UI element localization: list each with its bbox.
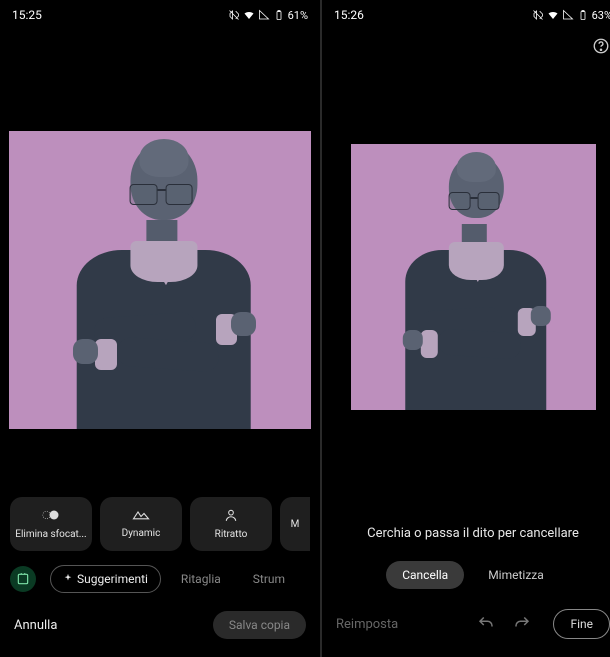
battery-percent: 63% <box>592 9 610 22</box>
battery-icon <box>577 9 589 21</box>
signal-icon <box>258 9 270 21</box>
sparkle-icon <box>63 572 73 586</box>
chip-label: Ritratto <box>215 529 248 540</box>
clock: 15:26 <box>334 8 364 22</box>
chip-label: Dynamic <box>122 528 161 539</box>
undo-icon[interactable] <box>477 614 495 634</box>
mode-selector: Cancella Mimetizza <box>322 541 610 597</box>
portrait-icon <box>224 508 238 525</box>
status-bar: 15:26 63% <box>322 0 610 30</box>
tab-suggestions[interactable]: Suggerimenti <box>50 565 161 593</box>
bottom-actions: Annulla Salva copia <box>0 601 320 657</box>
unblur-icon <box>42 508 60 525</box>
chip-portrait[interactable]: Ritratto <box>190 497 272 551</box>
header <box>322 30 610 66</box>
reset-button[interactable]: Reimposta <box>336 617 398 632</box>
magic-icon[interactable] <box>10 566 36 592</box>
chip-more[interactable]: M <box>280 497 310 551</box>
instruction-text: Cerchia o passa il dito per cancellare <box>322 510 610 541</box>
chip-label: M <box>291 519 300 530</box>
status-icons: 61% <box>228 9 308 22</box>
editor-tabs: Suggerimenti Ritaglia Strum <box>0 557 320 601</box>
screen-editor: 15:25 61% <box>0 0 320 657</box>
tab-tools[interactable]: Strum <box>241 566 297 592</box>
photo-preview[interactable] <box>0 30 320 487</box>
vibrate-icon <box>532 9 544 21</box>
clock: 15:25 <box>12 8 42 22</box>
battery-icon <box>273 9 285 21</box>
battery-percent: 61% <box>288 9 308 22</box>
cancel-button[interactable]: Annulla <box>14 618 57 633</box>
wifi-icon <box>243 9 255 21</box>
bottom-actions: Reimposta Fine <box>322 597 610 657</box>
suggestion-chips: Elimina sfocat... Dynamic Ritratto M <box>0 487 320 557</box>
screen-magic-eraser: 15:26 63% <box>322 0 610 657</box>
tab-label: Suggerimenti <box>77 572 148 586</box>
wifi-icon <box>547 9 559 21</box>
dynamic-icon <box>132 509 150 524</box>
done-button[interactable]: Fine <box>553 609 610 639</box>
vibrate-icon <box>228 9 240 21</box>
photo-canvas <box>9 131 311 429</box>
mode-erase[interactable]: Cancella <box>386 561 464 589</box>
status-bar: 15:25 61% <box>0 0 320 30</box>
mode-camouflage[interactable]: Mimetizza <box>472 561 560 589</box>
photo-canvas <box>351 144 596 410</box>
photo-preview[interactable] <box>322 66 610 510</box>
redo-icon[interactable] <box>513 614 531 634</box>
chip-label: Elimina sfocat... <box>15 529 86 540</box>
status-icons: 63% <box>532 9 610 22</box>
chip-unblur[interactable]: Elimina sfocat... <box>10 497 92 551</box>
signal-icon <box>562 9 574 21</box>
save-copy-button[interactable]: Salva copia <box>213 611 306 639</box>
chip-dynamic[interactable]: Dynamic <box>100 497 182 551</box>
tab-crop[interactable]: Ritaglia <box>169 566 233 592</box>
help-icon[interactable] <box>592 37 610 59</box>
